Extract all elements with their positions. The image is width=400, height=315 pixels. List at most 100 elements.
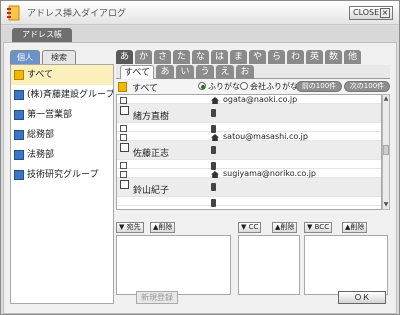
phone-icon	[211, 199, 216, 209]
contact-extra-row[interactable]	[117, 197, 381, 209]
remove-to-button[interactable]: ▲削除	[150, 222, 176, 233]
group-label: 第一営業部	[27, 110, 73, 120]
to-recipient-box[interactable]	[116, 235, 231, 295]
tab-kana-ha[interactable]: は	[211, 50, 228, 64]
prev-100-button[interactable]: 前の100件	[296, 81, 342, 92]
person-icon	[120, 106, 129, 117]
notebook-icon	[7, 5, 20, 21]
tab-other[interactable]: 他	[344, 50, 361, 64]
contact-name: 佐藤正志	[133, 149, 170, 159]
radio-dot	[240, 82, 248, 90]
group-icon	[14, 170, 24, 180]
add-to-button[interactable]: ▼ 宛先	[116, 222, 144, 233]
bcc-recipient-box[interactable]	[304, 235, 388, 295]
add-to-label: 宛先	[126, 223, 141, 231]
subtab-i[interactable]: い	[176, 65, 194, 79]
person-icon	[120, 143, 129, 154]
tab-kana-ma[interactable]: ま	[230, 50, 247, 64]
scroll-thumb[interactable]	[383, 145, 389, 155]
contact-list: ogata@naoki.co.jp 緒方直樹 satou@masashi.co.…	[116, 94, 382, 210]
tab-kana-ya[interactable]: や	[249, 50, 266, 64]
window-title: アドレス挿入ダイアログ	[27, 9, 127, 19]
remove-cc-label: 削除	[280, 223, 295, 231]
contact-scrollbar[interactable]: ▲ ▼	[382, 94, 390, 210]
subtab-e[interactable]: え	[216, 65, 234, 79]
contact-email[interactable]: sugiyama@noriko.co.jp	[223, 169, 316, 178]
contact-extra-row[interactable]	[117, 123, 381, 133]
phone-icon	[211, 146, 216, 156]
tab-kana-na[interactable]: な	[192, 50, 209, 64]
scroll-up-icon[interactable]: ▲	[383, 95, 389, 103]
group-label: (株)斉藤建設グループ	[27, 90, 113, 100]
tab-address-book[interactable]: アドレス帳	[12, 28, 72, 42]
contact-company-row[interactable]: satou@masashi.co.jp	[117, 132, 381, 141]
tab-english[interactable]: 英	[306, 50, 323, 64]
subtab-o[interactable]: お	[236, 65, 254, 79]
recipient-buttons: ▼ BCC ▲削除	[304, 222, 368, 234]
group-label: 技術研究グループ	[27, 170, 99, 180]
add-bcc-button[interactable]: ▼ BCC	[304, 222, 333, 233]
tab-kana-ta[interactable]: た	[173, 50, 190, 64]
tab-search[interactable]: 検索	[42, 50, 76, 64]
group-item[interactable]: 技術研究グループ	[11, 165, 113, 185]
down-arrow-icon: ▼	[307, 223, 313, 231]
group-item[interactable]: 法務部	[11, 145, 113, 165]
tab-kana-a[interactable]: あ	[116, 50, 133, 64]
contact-name-row[interactable]: 緒方直樹	[117, 104, 381, 123]
tab-kana-wa[interactable]: わ	[287, 50, 304, 64]
contact-company-row[interactable]: ogata@naoki.co.jp	[117, 95, 381, 104]
tab-kana-sa[interactable]: さ	[154, 50, 171, 64]
close-button[interactable]: CLOSE ×	[349, 6, 393, 20]
person-icon	[120, 180, 129, 191]
group-icon	[14, 90, 24, 100]
radio-dot	[198, 82, 206, 90]
remove-cc-button[interactable]: ▲削除	[272, 222, 298, 233]
group-item[interactable]: 総務部	[11, 125, 113, 145]
contact-name-row[interactable]: 佐藤正志	[117, 141, 381, 160]
tab-personal[interactable]: 個人	[10, 50, 40, 64]
remove-bcc-button[interactable]: ▲削除	[342, 222, 368, 233]
radio-label: ふりがな	[208, 82, 240, 91]
sub-kana-tabs: すべて あ い う え お	[116, 65, 390, 79]
dialog-body: 個人 検索 すべて (株)斉藤建設グループ 第一営業部 総務部 法務部 技術研究…	[3, 42, 397, 314]
contact-name: 緒方直樹	[133, 112, 170, 122]
phone-icon	[211, 109, 216, 119]
group-icon	[14, 150, 24, 160]
contact-email[interactable]: ogata@naoki.co.jp	[223, 95, 297, 104]
tab-kana-ra[interactable]: ら	[268, 50, 285, 64]
subtab-all[interactable]: すべて	[120, 65, 154, 79]
group-list: すべて (株)斉藤建設グループ 第一営業部 総務部 法務部 技術研究グループ	[10, 64, 114, 304]
add-bcc-label: BCC	[314, 223, 330, 231]
add-cc-label: CC	[248, 223, 259, 231]
group-item-all[interactable]: すべて	[11, 65, 113, 85]
recipient-buttons: ▼ CC ▲削除	[238, 222, 300, 234]
new-entry-button[interactable]: 新規登録	[136, 291, 178, 304]
subtab-a[interactable]: あ	[156, 65, 174, 79]
down-arrow-icon: ▼	[119, 223, 125, 231]
scroll-down-icon[interactable]: ▼	[383, 201, 389, 209]
bottom-buttons: 新規登録 ＯＫ	[116, 291, 390, 307]
group-item[interactable]: 第一営業部	[11, 105, 113, 125]
contact-extra-row[interactable]	[117, 160, 381, 170]
ok-button[interactable]: ＯＫ	[338, 291, 386, 304]
radio-company-furigana[interactable]: 会社ふりがな	[240, 81, 298, 92]
radio-furigana[interactable]: ふりがな	[198, 81, 240, 92]
contact-company-row[interactable]: sugiyama@noriko.co.jp	[117, 169, 381, 178]
next-100-button[interactable]: 次の100件	[344, 81, 390, 92]
group-item[interactable]: (株)斉藤建設グループ	[11, 85, 113, 105]
title-bar: アドレス挿入ダイアログ CLOSE ×	[1, 1, 399, 25]
add-cc-button[interactable]: ▼ CC	[238, 222, 262, 233]
group-icon	[14, 70, 24, 80]
contact-name-row[interactable]: 鈴山紀子	[117, 178, 381, 197]
recipient-cc: ▼ CC ▲削除	[238, 222, 300, 295]
group-icon	[14, 130, 24, 140]
tab-kana-ka[interactable]: か	[135, 50, 152, 64]
contact-email[interactable]: satou@masashi.co.jp	[223, 132, 308, 141]
group-label: 総務部	[27, 130, 55, 140]
address-insert-dialog: アドレス挿入ダイアログ CLOSE × アドレス帳 個人 検索 すべて (株)斉…	[0, 0, 400, 315]
subtab-u[interactable]: う	[196, 65, 214, 79]
kana-tabs: あ か さ た な は ま や ら わ 英 数 他	[116, 50, 390, 64]
cc-recipient-box[interactable]	[238, 235, 300, 295]
main-tab-bar: アドレス帳	[2, 26, 398, 42]
tab-number[interactable]: 数	[325, 50, 342, 64]
